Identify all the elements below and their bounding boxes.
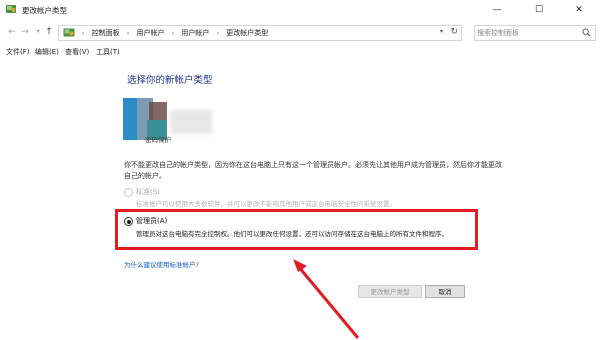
change-account-type-button[interactable]: 更改帐户类型 (358, 285, 422, 298)
page-title: 选择你的新帐户类型 (127, 75, 213, 86)
back-arrow-icon[interactable]: ← (6, 25, 18, 39)
maximize-button[interactable]: ☐ (519, 2, 559, 18)
breadcrumb-item[interactable]: 更改帐户类型 (226, 28, 268, 38)
standard-radio[interactable] (124, 188, 133, 197)
close-button[interactable]: ✕ (559, 2, 599, 18)
admin-description: 管理员对这台电脑有完全控制权。他们可以更改任何设置，还可以访问存储在这台电脑上的… (136, 230, 448, 238)
admin-radio[interactable] (124, 217, 133, 226)
breadcrumb-separator-icon: › (216, 30, 220, 37)
up-arrow-icon[interactable]: ↑ (43, 25, 55, 39)
breadcrumb-item[interactable]: 用户帐户 (181, 28, 209, 38)
why-standard-link[interactable]: 为什么建议使用标准帐户? (124, 259, 199, 269)
search-input[interactable] (477, 27, 573, 39)
main-content: 选择你的新帐户类型 密码保护 你不能更改自己的帐户类型，因为你在这台电脑上只有这… (0, 62, 600, 340)
menu-view[interactable]: 查看(V) (65, 47, 89, 57)
control-panel-icon (6, 5, 16, 13)
address-dropdown-icon[interactable]: ▾ (440, 28, 443, 35)
menu-file[interactable]: 文件(F) (6, 47, 30, 57)
forward-arrow-icon[interactable]: → (19, 25, 31, 39)
breadcrumb-separator-icon: › (82, 30, 85, 37)
title-bar: 更改帐户类型 — ☐ ✕ (0, 0, 600, 20)
breadcrumb-item[interactable]: 用户帐户 (137, 28, 165, 38)
control-panel-icon (63, 28, 75, 37)
window-title: 更改帐户类型 (22, 6, 67, 15)
menu-bar: 文件(F) 编辑(E) 查看(V) 工具(T) (0, 45, 600, 59)
refresh-icon[interactable]: ↻ (450, 27, 458, 37)
breadcrumb-separator-icon: › (126, 30, 130, 37)
menu-edit[interactable]: 编辑(E) (35, 47, 59, 57)
address-box[interactable]: › 控制面板 › 用户帐户 › 用户帐户 › 更改帐户类型 ▾ ↻ (58, 25, 462, 41)
navigation-bar: ← → ▾ ↑ › 控制面板 › 用户帐户 › 用户帐户 › 更改帐户类型 ▾ … (0, 22, 600, 42)
admin-label: 管理员(A) (136, 217, 168, 225)
menu-tools[interactable]: 工具(T) (96, 47, 120, 57)
breadcrumb-item[interactable]: 控制面板 (92, 28, 120, 38)
account-type-description: 你不能更改自己的帐户类型，因为你在这台电脑上只有这一个管理员帐户。必须先让其他用… (124, 161, 502, 180)
minimize-button[interactable]: — (477, 2, 517, 18)
breadcrumb-separator-icon: › (171, 30, 175, 37)
standard-label: 标准(S) (136, 188, 160, 196)
account-status-label: 密码保护 (145, 136, 171, 144)
standard-description: 标准帐户可以使用大多数软件，并可以更改不影响其他用户或这台电脑安全性的系统设置。 (136, 200, 396, 208)
breadcrumb: › 控制面板 › 用户帐户 › 用户帐户 › 更改帐户类型 (77, 28, 268, 38)
search-box[interactable] (474, 25, 596, 41)
blurred-account-name (170, 110, 212, 134)
search-icon[interactable] (582, 28, 591, 37)
cancel-button[interactable]: 取消 (425, 285, 465, 298)
